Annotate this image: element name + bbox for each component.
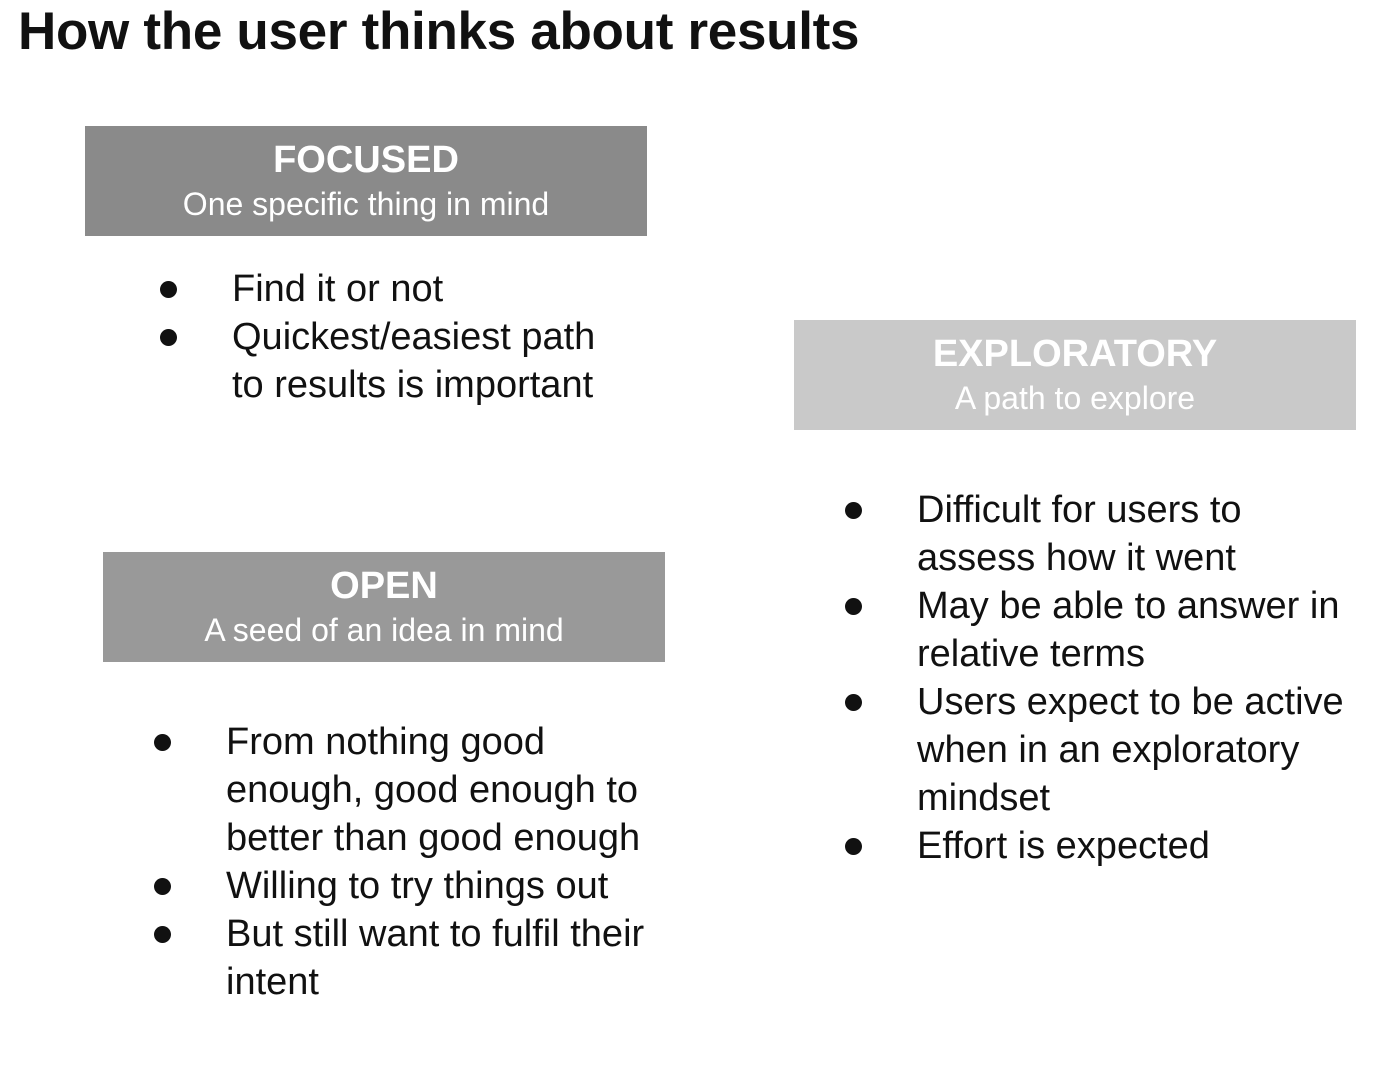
focused-header-subtitle: One specific thing in mind [182, 186, 550, 222]
page-title: How the user thinks about results [18, 2, 860, 61]
exploratory-header-title: EXPLORATORY [932, 333, 1218, 375]
list-item: May be able to answer in relative terms [845, 582, 1365, 678]
list-item: From nothing good enough, good enough to… [154, 718, 654, 862]
bullet-dot-icon [160, 329, 177, 346]
bullet-dot-icon [845, 502, 862, 519]
open-header-subtitle: A seed of an idea in mind [204, 612, 564, 648]
list-item: Users expect to be active when in an exp… [845, 678, 1365, 822]
bullet-dot-icon [154, 734, 171, 751]
list-item-text: Willing to try things out [226, 865, 609, 907]
list-item: Quickest/easiest path to results is impo… [160, 313, 600, 409]
bullet-dot-icon [845, 598, 862, 615]
focused-header-title: FOCUSED [273, 139, 459, 181]
list-item-text: Users expect to be active when in an exp… [917, 681, 1344, 819]
list-item-text: Quickest/easiest path to results is impo… [232, 316, 596, 406]
bullet-dot-icon [845, 694, 862, 711]
open-bullet-list: From nothing good enough, good enough to… [154, 718, 654, 1006]
focused-header: FOCUSED One specific thing in mind [85, 126, 647, 236]
list-item: But still want to fulfil their intent [154, 910, 654, 1006]
list-item-text: From nothing good enough, good enough to… [226, 721, 641, 859]
open-header-title: OPEN [330, 565, 438, 607]
bullet-dot-icon [160, 281, 177, 298]
exploratory-bullet-list: Difficult for users to assess how it wen… [845, 486, 1365, 870]
list-item-text: May be able to answer in relative terms [917, 585, 1340, 675]
list-item-text: Find it or not [232, 268, 444, 310]
bullet-dot-icon [154, 926, 171, 943]
exploratory-header: EXPLORATORY A path to explore [794, 320, 1356, 430]
list-item-text: Effort is expected [917, 825, 1210, 867]
list-item: Find it or not [160, 265, 600, 313]
list-item: Willing to try things out [154, 862, 654, 910]
list-item: Difficult for users to assess how it wen… [845, 486, 1365, 582]
list-item-text: But still want to fulfil their intent [226, 913, 645, 1003]
exploratory-header-subtitle: A path to explore [954, 380, 1196, 416]
bullet-dot-icon [154, 878, 171, 895]
focused-bullet-list: Find it or not Quickest/easiest path to … [160, 265, 600, 409]
open-header: OPEN A seed of an idea in mind [103, 552, 665, 662]
list-item: Effort is expected [845, 822, 1365, 870]
bullet-dot-icon [845, 838, 862, 855]
list-item-text: Difficult for users to assess how it wen… [917, 489, 1242, 579]
